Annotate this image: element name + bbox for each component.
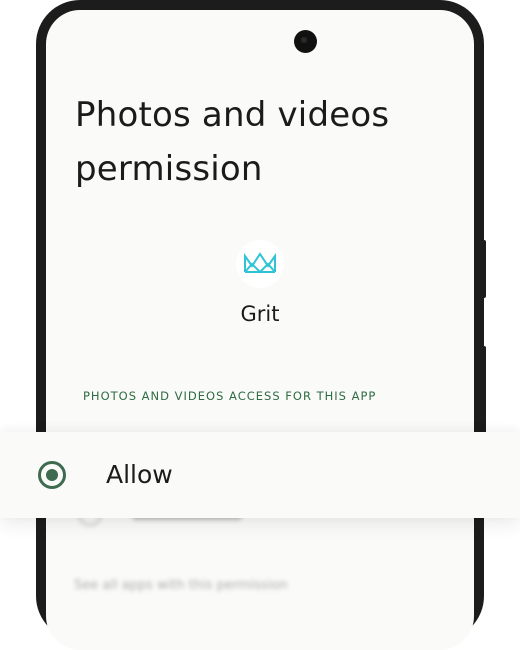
app-name: Grit xyxy=(240,302,280,326)
page-title: Photos and videos permission xyxy=(75,95,390,189)
allow-radio-selected[interactable] xyxy=(38,461,66,489)
radio-dot-icon xyxy=(46,469,58,481)
see-all-apps-link[interactable]: See all apps with this permission xyxy=(74,578,288,593)
section-header: PHOTOS AND VIDEOS ACCESS FOR THIS APP xyxy=(83,389,377,403)
power-button xyxy=(480,240,486,298)
crown-logo-icon xyxy=(244,252,276,274)
allow-option[interactable]: Allow xyxy=(0,432,520,518)
app-icon xyxy=(236,240,284,288)
front-camera xyxy=(294,30,317,53)
allow-label: Allow xyxy=(106,460,173,489)
